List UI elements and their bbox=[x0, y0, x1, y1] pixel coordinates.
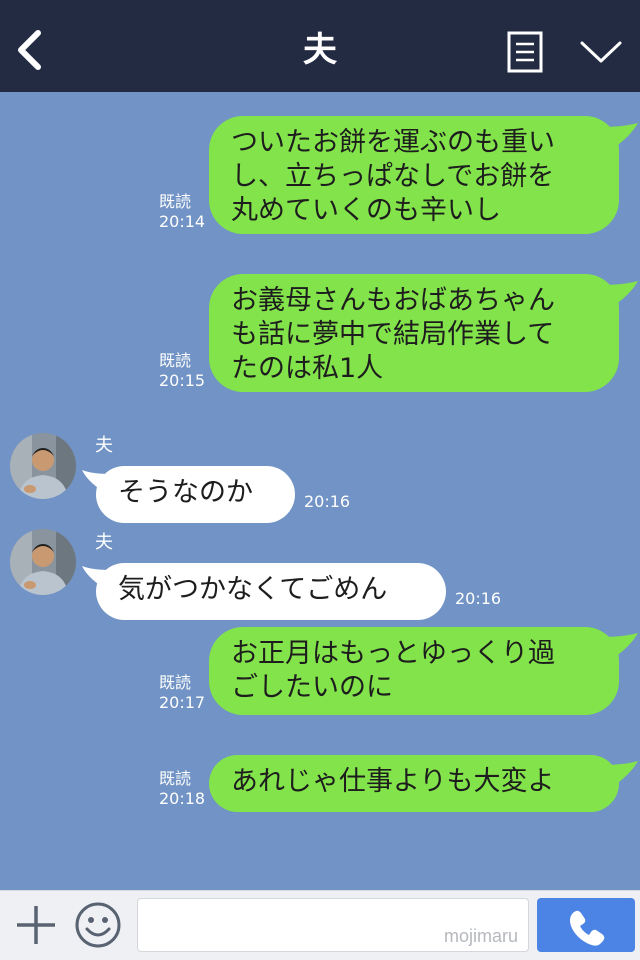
message-line: も話に夢中で結局作業して bbox=[231, 319, 555, 350]
call-button[interactable] bbox=[537, 898, 635, 952]
outgoing-message[interactable]: お義母さんもおばあちゃん も話に夢中で結局作業して たのは私1人 bbox=[209, 274, 619, 392]
message-line: そうなのか bbox=[118, 477, 253, 508]
message-line: お義母さんもおばあちゃん bbox=[231, 285, 555, 316]
input-bar: mojimaru bbox=[0, 890, 640, 960]
timestamp: 20:15 bbox=[159, 371, 206, 390]
message-meta: 既読 20:15 bbox=[159, 351, 205, 391]
message-meta: 既読 20:17 bbox=[159, 673, 205, 713]
message-line: ごしたいのに bbox=[231, 672, 393, 703]
incoming-message[interactable]: 気がつかなくてごめん bbox=[96, 563, 446, 620]
timestamp: 20:16 bbox=[304, 492, 351, 511]
message-line: ついたお餅を運ぶのも重い bbox=[231, 127, 555, 158]
avatar[interactable] bbox=[10, 529, 76, 595]
watermark-text: mojimaru bbox=[443, 926, 518, 946]
chat-header: 夫 bbox=[0, 0, 640, 92]
plus-icon[interactable] bbox=[14, 903, 58, 947]
timestamp: 20:14 bbox=[159, 212, 206, 231]
notes-menu-icon[interactable] bbox=[507, 31, 543, 73]
message-line: あれじゃ仕事よりも大変よ bbox=[231, 766, 555, 797]
bubble-tail bbox=[600, 281, 638, 307]
read-receipt: 既読 bbox=[159, 769, 192, 788]
read-receipt: 既読 bbox=[159, 192, 192, 211]
message-line: し、立ちっぱなしでお餅を bbox=[231, 161, 555, 192]
timestamp: 20:17 bbox=[159, 693, 206, 712]
person-avatar-icon bbox=[10, 529, 76, 595]
outgoing-message[interactable]: あれじゃ仕事よりも大変よ bbox=[209, 755, 619, 812]
phone-icon bbox=[570, 910, 605, 946]
timestamp: 20:16 bbox=[455, 589, 502, 608]
person-avatar-icon bbox=[10, 433, 76, 499]
chat-title: 夫 bbox=[303, 30, 337, 70]
message-line: たのは私1人 bbox=[231, 353, 384, 384]
read-receipt: 既読 bbox=[159, 673, 192, 692]
sender-name: 夫 bbox=[95, 532, 113, 553]
message-line: 丸めていくのも辛いし bbox=[231, 195, 501, 226]
message-line: 気がつかなくてごめん bbox=[118, 574, 388, 605]
message-input[interactable]: mojimaru bbox=[137, 898, 529, 952]
smiley-icon[interactable] bbox=[74, 901, 122, 949]
incoming-message[interactable]: そうなのか bbox=[96, 466, 295, 523]
chevron-down-icon[interactable] bbox=[580, 38, 622, 66]
bubble-tail bbox=[600, 761, 638, 787]
message-list[interactable]: ついたお餅を運ぶのも重い し、立ちっぱなしでお餅を 丸めていくのも辛いし 既読 … bbox=[0, 92, 640, 890]
message-meta: 既読 20:14 bbox=[159, 192, 205, 232]
avatar[interactable] bbox=[10, 433, 76, 499]
read-receipt: 既読 bbox=[159, 351, 192, 370]
outgoing-message[interactable]: ついたお餅を運ぶのも重い し、立ちっぱなしでお餅を 丸めていくのも辛いし bbox=[209, 116, 619, 234]
timestamp: 20:18 bbox=[159, 789, 206, 808]
message-line: お正月はもっとゆっくり過 bbox=[231, 638, 555, 669]
bubble-tail bbox=[600, 633, 638, 659]
message-meta: 既読 20:18 bbox=[159, 769, 205, 809]
bubble-tail bbox=[600, 123, 638, 149]
sender-name: 夫 bbox=[95, 435, 113, 456]
outgoing-message[interactable]: お正月はもっとゆっくり過 ごしたいのに bbox=[209, 627, 619, 715]
